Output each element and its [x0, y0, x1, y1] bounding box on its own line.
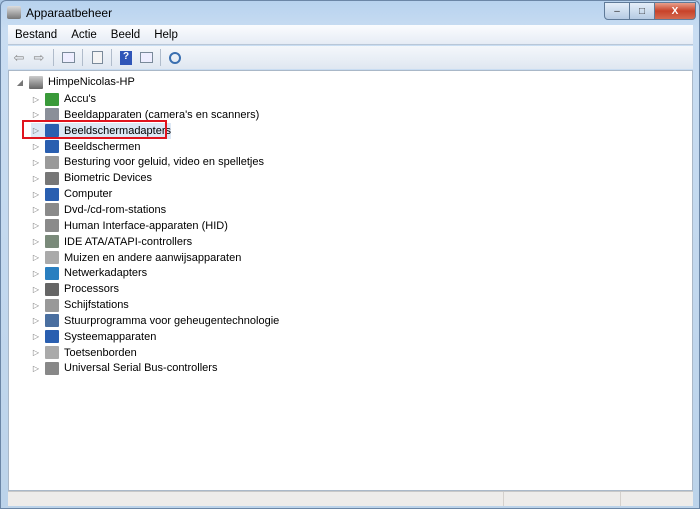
device-category-icon	[45, 346, 59, 360]
tree-item[interactable]: ▷ Systeemapparaten	[31, 329, 156, 345]
tree-item-label: Human Interface-apparaten (HID)	[64, 219, 228, 232]
tree-item[interactable]: ▷ Biometric Devices	[31, 170, 152, 186]
device-category-icon	[45, 187, 59, 201]
console-tree-icon[interactable]	[60, 50, 76, 66]
expand-arrow-icon[interactable]: ▷	[31, 316, 41, 325]
maximize-button[interactable]: □	[629, 2, 655, 20]
device-category-icon	[45, 266, 59, 280]
expand-arrow-icon[interactable]: ▷	[31, 348, 41, 357]
device-category-icon	[45, 155, 59, 169]
toolbar-separator	[53, 49, 54, 66]
tree-item-label: Universal Serial Bus-controllers	[64, 362, 218, 375]
tree-item[interactable]: ▷ Human Interface-apparaten (HID)	[31, 218, 228, 234]
properties-icon[interactable]	[89, 50, 105, 66]
tree-item[interactable]: ▷ Muizen en andere aanwijsapparaten	[31, 250, 241, 266]
tree-item[interactable]: ▷ Beeldschermen	[31, 139, 140, 155]
back-icon[interactable]: ⇦	[11, 50, 27, 66]
expand-arrow-icon[interactable]: ▷	[31, 237, 41, 246]
device-manager-window: Apparaatbeheer – □ X Bestand Actie Beeld…	[0, 0, 700, 509]
expand-arrow-icon[interactable]: ▷	[31, 190, 41, 199]
tree-item-label: Systeemapparaten	[64, 330, 157, 343]
tree-item[interactable]: ▷ Stuurprogramma voor geheugentechnologie	[31, 313, 279, 329]
status-pane	[503, 492, 620, 506]
status-bar	[8, 491, 693, 506]
expand-arrow-icon[interactable]: ▷	[31, 95, 41, 104]
tree-item[interactable]: ▷ Computer	[31, 186, 112, 202]
tree-item[interactable]: ▷ Processors	[31, 281, 119, 297]
tree-item-label: Computer	[64, 188, 113, 201]
tree-item-label: Toetsenborden	[64, 346, 137, 359]
minimize-button[interactable]: –	[604, 2, 630, 20]
device-category-icon	[45, 203, 59, 217]
toolbar-separator	[111, 49, 112, 66]
status-pane	[620, 492, 693, 506]
menu-help[interactable]: Help	[147, 29, 185, 41]
menu-bestand[interactable]: Bestand	[8, 29, 64, 41]
help-icon[interactable]: ?	[118, 50, 134, 66]
expand-arrow-icon[interactable]: ▷	[31, 142, 41, 151]
tree-item-label: Biometric Devices	[64, 172, 153, 185]
tree-item-label: Netwerkadapters	[64, 267, 148, 280]
tree-item-label: Muizen en andere aanwijsapparaten	[64, 251, 242, 264]
expand-arrow-icon[interactable]: ▷	[31, 221, 41, 230]
tree-item-label: IDE ATA/ATAPI-controllers	[64, 235, 193, 248]
expand-arrow-icon[interactable]: ▷	[31, 269, 41, 278]
device-category-icon	[45, 361, 59, 375]
tree-item-label: Beeldschermen	[64, 140, 141, 153]
device-category-icon	[45, 171, 59, 185]
expand-arrow-icon[interactable]: ▷	[31, 253, 41, 262]
tree-item[interactable]: ▷ Schijfstations	[31, 297, 129, 313]
device-category-icon	[45, 282, 59, 296]
tree-item[interactable]: ▷ Besturing voor geluid, video en spellet…	[31, 154, 264, 170]
toolbar: ⇦ ⇨ ?	[8, 46, 693, 69]
window-title: Apparaatbeheer	[26, 6, 113, 20]
menu-beeld[interactable]: Beeld	[104, 29, 147, 41]
tree-item-label: Schijfstations	[64, 299, 129, 312]
device-category-icon	[45, 235, 59, 249]
expand-arrow-icon[interactable]: ▷	[31, 174, 41, 183]
close-button[interactable]: X	[654, 2, 696, 20]
tree-item-label: Accu's	[64, 93, 97, 105]
tree-root[interactable]: ◢ HimpeNicolas-HP	[15, 74, 135, 90]
collapse-arrow-icon[interactable]: ◢	[15, 78, 25, 87]
highlight-box	[22, 120, 167, 139]
tree-item-label: Stuurprogramma voor geheugentechnologie	[64, 314, 280, 327]
tree-item[interactable]: ▷ Netwerkadapters	[31, 265, 147, 281]
action-pane-icon[interactable]	[138, 50, 154, 66]
expand-arrow-icon[interactable]: ▷	[31, 285, 41, 294]
forward-icon[interactable]: ⇨	[31, 50, 47, 66]
tree-item[interactable]: ▷ IDE ATA/ATAPI-controllers	[31, 234, 192, 250]
expand-arrow-icon[interactable]: ▷	[31, 110, 41, 119]
tree-item[interactable]: ▷ Toetsenborden	[31, 345, 137, 361]
expand-arrow-icon[interactable]: ▷	[31, 332, 41, 341]
tree-item-label: Besturing voor geluid, video en spelletj…	[64, 156, 264, 169]
device-category-icon	[45, 219, 59, 233]
computer-icon	[29, 75, 43, 89]
device-category-icon	[45, 314, 59, 328]
device-category-icon	[45, 330, 59, 344]
expand-arrow-icon[interactable]: ▷	[31, 364, 41, 373]
menu-bar: Bestand Actie Beeld Help	[8, 25, 693, 45]
tree-item[interactable]: ▷ Dvd-/cd-rom-stations	[31, 202, 166, 218]
tree-root-label: HimpeNicolas-HP	[48, 76, 135, 88]
device-category-icon	[45, 298, 59, 312]
device-category-icon	[45, 92, 59, 106]
device-category-icon	[45, 251, 59, 264]
expand-arrow-icon[interactable]: ▷	[31, 301, 41, 310]
expand-arrow-icon[interactable]: ▷	[31, 205, 41, 214]
toolbar-separator	[82, 49, 83, 66]
toolbar-separator	[160, 49, 161, 66]
tree-item-label: Dvd-/cd-rom-stations	[64, 203, 167, 216]
tree-item[interactable]: ▷ Accu's	[31, 91, 96, 107]
tree-item[interactable]: ▷ Universal Serial Bus-controllers	[31, 360, 217, 376]
device-category-icon	[45, 140, 59, 154]
expand-arrow-icon[interactable]: ▷	[31, 158, 41, 167]
scan-hardware-icon[interactable]	[167, 50, 183, 66]
tree-item-label: Processors	[64, 283, 120, 296]
device-manager-icon	[7, 6, 21, 19]
title-bar[interactable]: Apparaatbeheer – □ X	[1, 1, 699, 25]
menu-actie[interactable]: Actie	[64, 29, 104, 41]
